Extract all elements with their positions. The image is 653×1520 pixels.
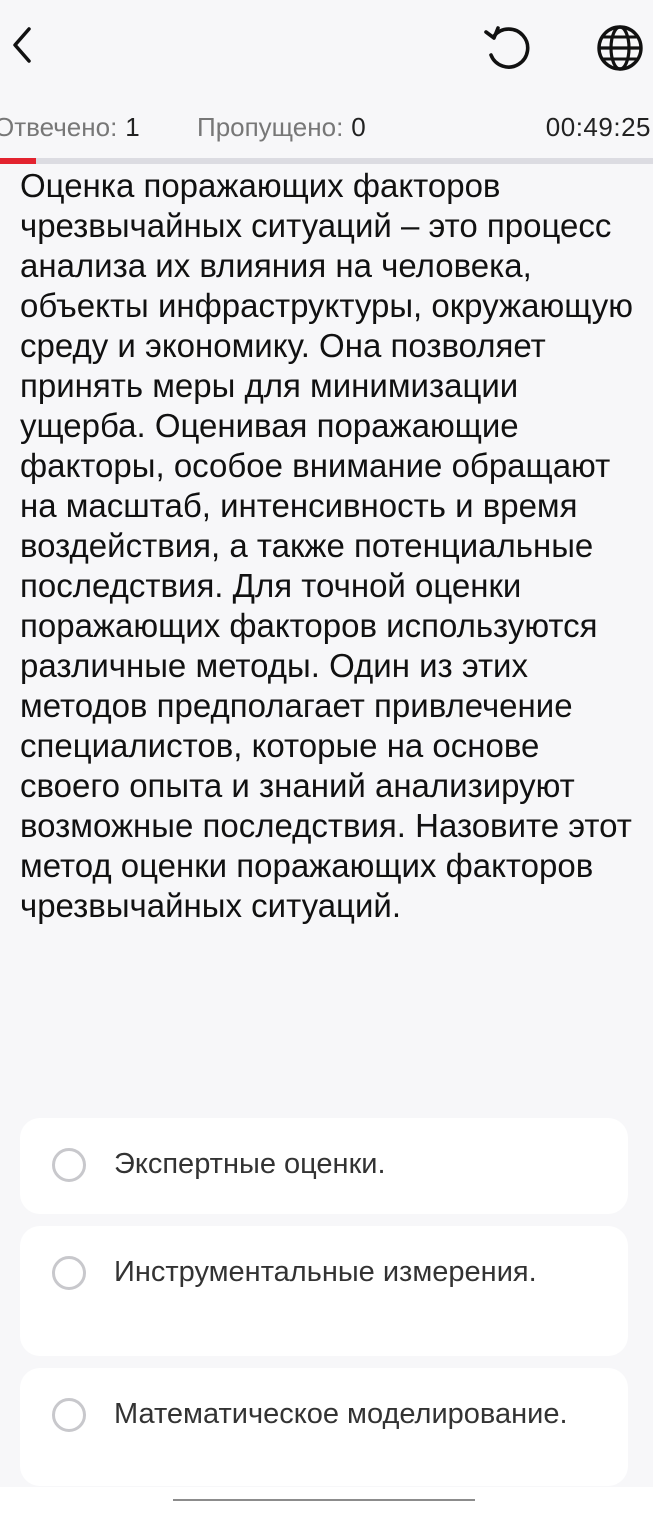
language-button[interactable] — [592, 22, 648, 74]
answer-option-label: Экспертные оценки. — [114, 1148, 386, 1180]
answered-count: 1 — [125, 112, 140, 142]
chevron-left-icon — [13, 27, 31, 63]
answer-option-1[interactable]: Экспертные оценки. — [20, 1118, 628, 1214]
answer-option-3[interactable]: Математическое моделирование. — [20, 1368, 628, 1486]
radio-icon[interactable] — [52, 1398, 86, 1432]
progress-fill — [0, 158, 36, 164]
answered-counter: Отвечено: 1 — [0, 112, 140, 143]
globe-icon — [597, 25, 643, 71]
question-text: Оценка поражающих факторов чрезвычайных … — [20, 167, 633, 924]
reset-button[interactable] — [480, 22, 536, 74]
bottom-system-area — [0, 1487, 653, 1520]
timer: 00:49:25 — [545, 112, 651, 142]
radio-icon[interactable] — [52, 1256, 86, 1290]
back-button[interactable] — [0, 20, 44, 70]
reset-icon — [484, 26, 530, 69]
answer-option-label: Инструментальные измерения. — [114, 1256, 537, 1288]
skipped-label: Пропущено: — [197, 112, 344, 142]
status-bar: Отвечено: 1 Пропущено: 0 00:49:25 — [0, 108, 653, 148]
progress-bar — [0, 158, 653, 164]
radio-icon[interactable] — [52, 1148, 86, 1182]
answer-option-2[interactable]: Инструментальные измерения. — [20, 1226, 628, 1356]
answered-label: Отвечено: — [0, 112, 118, 142]
skipped-counter: Пропущено: 0 — [197, 112, 366, 143]
answer-options: Экспертные оценки. Инструментальные изме… — [20, 1118, 628, 1498]
home-indicator[interactable] — [173, 1499, 475, 1501]
skipped-count: 0 — [351, 112, 366, 142]
answer-option-label: Математическое моделирование. — [114, 1398, 568, 1430]
top-bar — [0, 0, 653, 100]
